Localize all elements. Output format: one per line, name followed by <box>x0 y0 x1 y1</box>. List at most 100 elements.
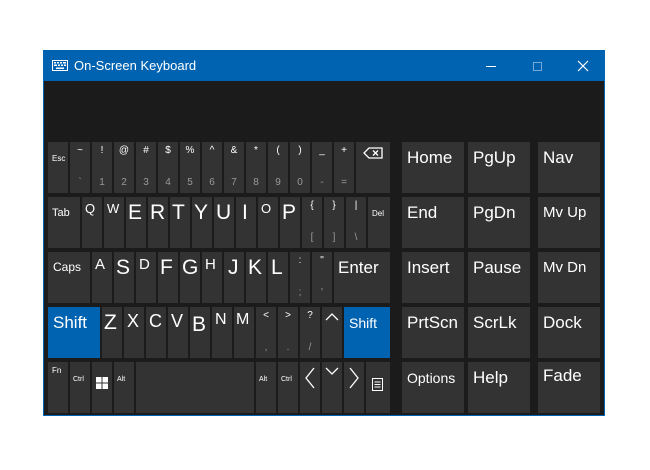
key-shift-left[interactable]: Shift <box>48 307 100 358</box>
key-page-down[interactable]: PgDn <box>468 197 530 248</box>
key-label: PrtScn <box>407 313 459 332</box>
key-y[interactable]: Y <box>192 197 212 248</box>
close-button[interactable] <box>560 51 604 81</box>
key-move-down[interactable]: Mv Dn <box>538 252 600 303</box>
key-7[interactable]: & 7 <box>224 142 244 193</box>
key-right-arrow[interactable] <box>344 362 364 413</box>
key-scroll-lock[interactable]: ScrLk <box>468 307 530 358</box>
key-down-arrow[interactable] <box>322 362 342 413</box>
key-backspace[interactable] <box>356 142 390 193</box>
key-left-arrow[interactable] <box>300 362 320 413</box>
key-alt-left[interactable]: Alt <box>114 362 134 413</box>
key-caps-lock[interactable]: Caps <box>48 252 90 303</box>
key-2[interactable]: @ 2 <box>114 142 134 193</box>
key-left-bracket[interactable]: { [ <box>302 197 322 248</box>
key-enter[interactable]: Enter <box>334 252 390 303</box>
key-4[interactable]: $ 4 <box>158 142 178 193</box>
key-label: J <box>228 256 239 279</box>
key-label: U <box>216 201 232 224</box>
key-label-shifted: # <box>143 145 149 156</box>
key-1[interactable]: ! 1 <box>92 142 112 193</box>
key-6[interactable]: ^ 6 <box>202 142 222 193</box>
key-help[interactable]: Help <box>468 362 530 413</box>
key-label-shifted: : <box>298 255 302 266</box>
key-i[interactable]: I <box>236 197 256 248</box>
key-label: 9 <box>275 177 281 188</box>
key-label: 0 <box>297 177 303 188</box>
key-n[interactable]: N <box>212 307 232 358</box>
key-x[interactable]: X <box>124 307 144 358</box>
key-space[interactable] <box>136 362 254 413</box>
key-pause[interactable]: Pause <box>468 252 530 303</box>
key-s[interactable]: S <box>114 252 134 303</box>
key-3[interactable]: # 3 <box>136 142 156 193</box>
key-print-screen[interactable]: PrtScn <box>402 307 464 358</box>
key-insert[interactable]: Insert <box>402 252 464 303</box>
key-8[interactable]: * 8 <box>246 142 266 193</box>
key-end[interactable]: End <box>402 197 464 248</box>
title-bar[interactable]: On-Screen Keyboard <box>44 51 604 81</box>
key-alt-right[interactable]: Alt <box>256 362 276 413</box>
key-fn[interactable]: Fn <box>48 362 68 413</box>
key-u[interactable]: U <box>214 197 234 248</box>
key-r[interactable]: R <box>148 197 168 248</box>
key-v[interactable]: V <box>168 307 188 358</box>
key-l[interactable]: L <box>268 252 288 303</box>
key-k[interactable]: K <box>246 252 266 303</box>
key-slash[interactable]: ? / <box>300 307 320 358</box>
key-label-shifted: " <box>320 255 324 266</box>
key-e[interactable]: E <box>126 197 146 248</box>
key-minus[interactable]: _ - <box>312 142 332 193</box>
key-label: = <box>341 177 347 188</box>
key-period[interactable]: > . <box>278 307 298 358</box>
key-quote[interactable]: " ' <box>312 252 332 303</box>
key-m[interactable]: M <box>234 307 254 358</box>
key-windows[interactable] <box>92 362 112 413</box>
key-esc[interactable]: Esc <box>48 142 68 193</box>
key-q[interactable]: Q <box>82 197 102 248</box>
key-w[interactable]: W <box>104 197 124 248</box>
key-d[interactable]: D <box>136 252 156 303</box>
key-label: Shift <box>349 315 378 331</box>
key-z[interactable]: Z <box>102 307 122 358</box>
key-home[interactable]: Home <box>402 142 464 193</box>
key-label: 3 <box>143 177 149 188</box>
key-label: End <box>407 203 438 222</box>
key-comma[interactable]: < , <box>256 307 276 358</box>
key-up-arrow[interactable] <box>322 307 342 358</box>
key-fade[interactable]: Fade <box>538 362 600 413</box>
key-equals[interactable]: + = <box>334 142 354 193</box>
key-semicolon[interactable]: : ; <box>290 252 310 303</box>
key-label: PgDn <box>473 203 516 222</box>
key-b[interactable]: B <box>190 307 210 358</box>
key-j[interactable]: J <box>224 252 244 303</box>
key-5[interactable]: % 5 <box>180 142 200 193</box>
key-dock[interactable]: Dock <box>538 307 600 358</box>
key-ctrl-right[interactable]: Ctrl <box>278 362 298 413</box>
key-p[interactable]: P <box>280 197 300 248</box>
key-label: Dock <box>543 313 582 332</box>
key-del[interactable]: Del <box>368 197 390 248</box>
key-t[interactable]: T <box>170 197 190 248</box>
key-ctrl-left[interactable]: Ctrl <box>70 362 90 413</box>
key-c[interactable]: C <box>146 307 166 358</box>
minimize-button[interactable] <box>468 51 514 81</box>
key-right-bracket[interactable]: } ] <box>324 197 344 248</box>
key-move-up[interactable]: Mv Up <box>538 197 600 248</box>
key-menu[interactable] <box>366 362 390 413</box>
key-0[interactable]: ) 0 <box>290 142 310 193</box>
key-page-up[interactable]: PgUp <box>468 142 530 193</box>
key-g[interactable]: G <box>180 252 200 303</box>
key-f[interactable]: F <box>158 252 178 303</box>
key-nav[interactable]: Nav <box>538 142 600 193</box>
key-tab[interactable]: Tab <box>48 197 80 248</box>
key-9[interactable]: ( 9 <box>268 142 288 193</box>
key-backtick[interactable]: ~ ` <box>70 142 90 193</box>
key-o[interactable]: O <box>258 197 278 248</box>
key-backslash[interactable]: | \ <box>346 197 366 248</box>
key-options[interactable]: Options <box>402 362 464 413</box>
key-shift-right[interactable]: Shift <box>344 307 390 358</box>
key-h[interactable]: H <box>202 252 222 303</box>
key-a[interactable]: A <box>92 252 112 303</box>
maximize-button[interactable] <box>514 51 560 81</box>
